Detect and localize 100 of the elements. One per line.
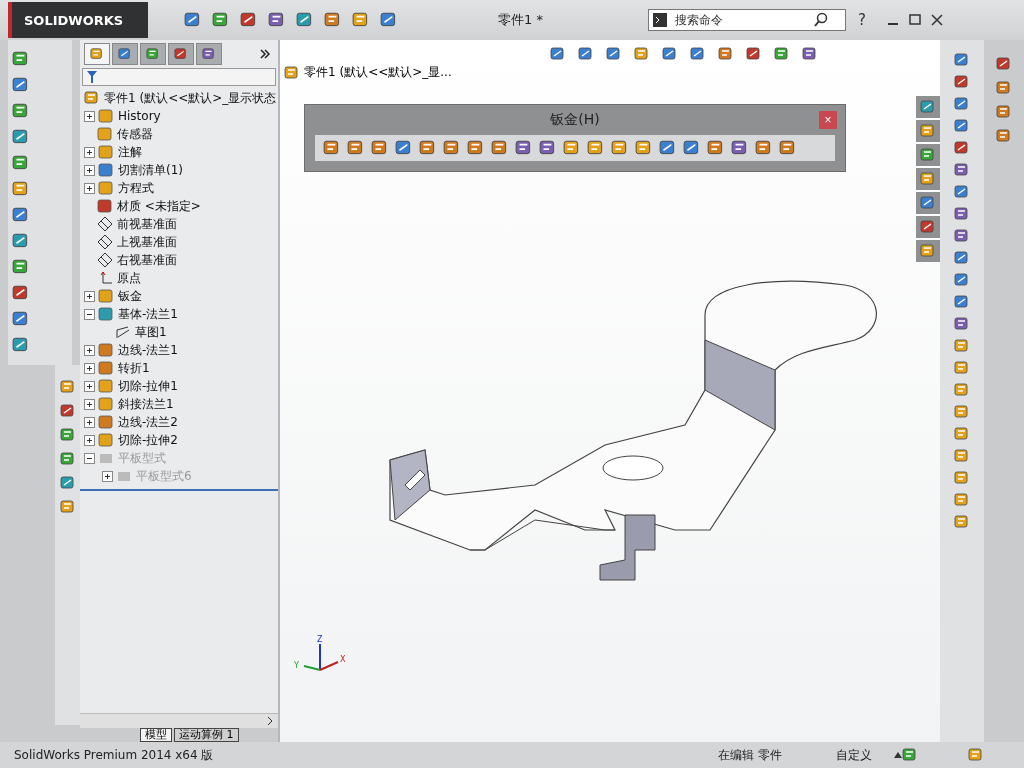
tree-item[interactable]: 切除-拉伸2 [80, 431, 278, 449]
tool-icon[interactable] [296, 11, 314, 29]
tree-item[interactable]: 边线-法兰2 [80, 413, 278, 431]
tool-icon[interactable] [12, 128, 30, 146]
tool-icon[interactable] [954, 52, 970, 68]
tool-icon[interactable] [268, 11, 286, 29]
tool-icon[interactable] [12, 206, 30, 224]
expand-icon[interactable] [84, 182, 95, 194]
tool-icon[interactable] [996, 128, 1012, 144]
tool-icon[interactable] [954, 140, 970, 156]
tool-icon[interactable] [954, 316, 970, 332]
tree-item[interactable]: 边线-法兰1 [80, 341, 278, 359]
tool-icon[interactable] [954, 96, 970, 112]
tool-icon[interactable] [324, 11, 342, 29]
tool-icon[interactable] [59, 451, 76, 467]
part-icon[interactable] [84, 90, 100, 106]
search-box[interactable]: 搜索命令 [648, 9, 846, 31]
tool-icon[interactable] [954, 272, 970, 288]
tool-icon[interactable] [996, 56, 1012, 72]
tool-icon[interactable] [380, 11, 398, 29]
tool-icon[interactable] [59, 403, 76, 419]
tool-icon[interactable] [12, 336, 30, 354]
expand-icon[interactable] [84, 290, 95, 302]
tool-icon[interactable] [954, 74, 970, 90]
close-button[interactable]: × [819, 111, 837, 129]
tool-icon[interactable] [12, 50, 30, 68]
tool-icon[interactable] [779, 139, 797, 157]
bottom-tab[interactable]: 模型 [140, 728, 172, 742]
tree-item[interactable]: 斜接法兰1 [80, 395, 278, 413]
tree-item[interactable]: 前视基准面 [80, 215, 278, 233]
tool-icon[interactable] [662, 46, 678, 62]
tree-item[interactable]: 材质 <未指定> [80, 197, 278, 215]
collapse-icon[interactable] [84, 308, 95, 320]
tool-icon[interactable] [954, 162, 970, 178]
tab-icon[interactable] [202, 47, 216, 61]
tool-icon[interactable] [12, 284, 30, 302]
tool-icon[interactable] [12, 180, 30, 198]
tree-item[interactable]: 钣金 [80, 287, 278, 305]
search-icon[interactable] [813, 12, 829, 28]
tool-icon[interactable] [954, 338, 970, 354]
units-menu[interactable]: 自定义 [836, 746, 873, 764]
tool-icon[interactable] [352, 11, 370, 29]
tool-icon[interactable] [954, 470, 970, 486]
panel-tab[interactable] [196, 43, 222, 65]
expand-icon[interactable] [84, 362, 95, 374]
tool-icon[interactable] [774, 46, 790, 62]
tool-icon[interactable] [954, 250, 970, 266]
tool-icon[interactable] [954, 426, 970, 442]
tool-icon[interactable] [491, 139, 509, 157]
tool-icon[interactable] [954, 382, 970, 398]
tool-icon[interactable] [746, 46, 762, 62]
tree-item[interactable]: 切割清单(1) [80, 161, 278, 179]
tool-icon[interactable] [634, 46, 650, 62]
panel-tab[interactable] [112, 43, 138, 65]
tool-icon[interactable] [539, 139, 557, 157]
tool-icon[interactable] [755, 139, 773, 157]
tree-item[interactable]: 传感器 [80, 125, 278, 143]
tool-icon[interactable] [59, 475, 76, 491]
expand-icon[interactable] [84, 380, 95, 392]
filter-field[interactable] [82, 68, 276, 86]
tool-icon[interactable] [12, 258, 30, 276]
part-icon[interactable] [284, 64, 300, 81]
expand-icon[interactable] [84, 146, 95, 158]
tool-icon[interactable] [954, 404, 970, 420]
expand-icon[interactable] [84, 398, 95, 410]
tool-icon[interactable] [683, 139, 701, 157]
tree-item[interactable]: 右视基准面 [80, 251, 278, 269]
tool-icon[interactable] [731, 139, 749, 157]
expand-icon[interactable] [84, 416, 95, 428]
scroll-right-icon[interactable] [266, 716, 274, 726]
tool-icon[interactable] [635, 139, 653, 157]
tree-item[interactable]: 零件1 (默认<<默认>_显示状态 [80, 89, 278, 107]
search-field[interactable]: 搜索命令 [673, 12, 807, 28]
bottom-tab[interactable]: 运动算例 1 [174, 728, 239, 742]
tree-item[interactable]: 切除-拉伸1 [80, 377, 278, 395]
tool-icon[interactable] [659, 139, 677, 157]
tool-icon[interactable] [212, 11, 230, 29]
tool-icon[interactable] [690, 46, 706, 62]
tool-icon[interactable] [954, 360, 970, 376]
tool-icon[interactable] [240, 11, 258, 29]
tool-icon[interactable] [323, 139, 341, 157]
expand-icon[interactable] [84, 434, 95, 446]
tool-icon[interactable] [996, 80, 1012, 96]
tree-item[interactable]: 上视基准面 [80, 233, 278, 251]
tool-icon[interactable] [12, 232, 30, 250]
tool-icon[interactable] [954, 228, 970, 244]
expand-icon[interactable] [84, 164, 95, 176]
tool-icon[interactable] [59, 499, 76, 515]
tree-item[interactable]: 方程式 [80, 179, 278, 197]
tree-item[interactable]: 转折1 [80, 359, 278, 377]
chevrons-right-icon[interactable] [260, 49, 270, 59]
breadcrumb[interactable]: 零件1 (默认<<默认>_显... [304, 64, 452, 81]
tree-item[interactable]: 草图1 [80, 323, 278, 341]
tool-icon[interactable] [802, 46, 818, 62]
tree-item[interactable]: History [80, 107, 278, 125]
tool-icon[interactable] [371, 139, 389, 157]
tool-icon[interactable] [347, 139, 365, 157]
panel-tab[interactable] [168, 43, 194, 65]
tool-icon[interactable] [954, 492, 970, 508]
expand-icon[interactable] [84, 110, 95, 122]
